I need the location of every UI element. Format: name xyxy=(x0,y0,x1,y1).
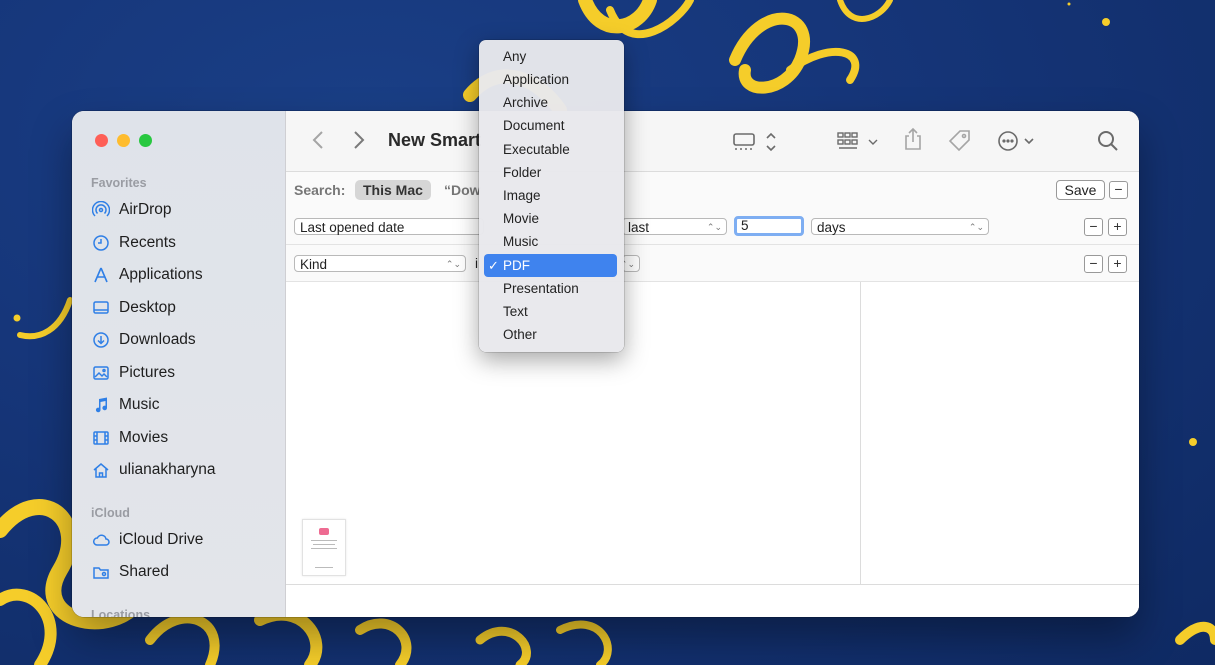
menu-item-presentation[interactable]: Presentation xyxy=(484,277,617,300)
group-icon[interactable] xyxy=(837,131,881,158)
pictures-icon xyxy=(92,364,110,382)
sidebar: Favorites AirDrop Recents Applications D… xyxy=(72,111,286,617)
sidebar-item-pictures[interactable]: Pictures xyxy=(92,361,175,385)
sidebar-item-label: Downloads xyxy=(119,331,196,348)
remove-search-button[interactable]: − xyxy=(1109,181,1128,199)
clock-icon xyxy=(92,234,110,252)
menu-item-archive[interactable]: Archive xyxy=(484,91,617,114)
day-count-input[interactable]: 5 xyxy=(734,216,804,236)
sidebar-item-label: Music xyxy=(119,396,160,413)
scope-this-mac-button[interactable]: This Mac xyxy=(355,180,431,200)
day-count-value: 5 xyxy=(741,218,749,233)
forward-icon[interactable] xyxy=(352,130,366,155)
locations-heading: Locations xyxy=(91,608,151,617)
rule-row-date: Last opened date last ⌃⌄ 5 days ⌃⌄ − + xyxy=(286,208,1139,245)
sidebar-item-label: Pictures xyxy=(119,364,175,381)
menu-item-image[interactable]: Image xyxy=(484,184,617,207)
shared-folder-icon xyxy=(92,563,110,581)
applications-icon xyxy=(92,266,110,284)
cloud-icon xyxy=(92,531,110,549)
add-rule-button[interactable]: + xyxy=(1108,218,1127,236)
sidebar-item-label: Shared xyxy=(119,563,169,580)
film-icon xyxy=(92,429,110,447)
chevron-updown-icon: ⌃⌄ xyxy=(706,222,722,232)
sidebar-item-desktop[interactable]: Desktop xyxy=(92,296,176,320)
window-title: New Smart xyxy=(388,130,482,150)
operator-fragment: i xyxy=(475,256,478,271)
attribute-value: Last opened date xyxy=(300,220,405,235)
share-icon[interactable] xyxy=(903,127,923,156)
attribute-popup[interactable]: Kind ⌃⌄ xyxy=(294,255,466,272)
menu-item-music[interactable]: Music xyxy=(484,230,617,253)
unit-popup[interactable]: days ⌃⌄ xyxy=(811,218,989,235)
tag-icon[interactable] xyxy=(948,129,972,158)
icloud-heading: iCloud xyxy=(91,506,130,520)
operator-value: last xyxy=(628,220,650,235)
kind-popup-edge[interactable]: ⌃⌄ xyxy=(620,255,640,272)
pdf-file-thumbnail[interactable] xyxy=(302,519,346,576)
menu-item-text[interactable]: Text xyxy=(484,300,617,323)
menu-item-folder[interactable]: Folder xyxy=(484,161,617,184)
menu-item-other[interactable]: Other xyxy=(484,323,617,346)
sidebar-item-label: Recents xyxy=(119,234,176,251)
menu-item-application[interactable]: Application xyxy=(484,68,617,91)
desktop-icon xyxy=(92,299,110,317)
remove-rule-button[interactable]: − xyxy=(1084,218,1103,236)
sidebar-item-airdrop[interactable]: AirDrop xyxy=(92,198,172,222)
menu-item-document[interactable]: Document xyxy=(484,114,617,137)
attribute-popup[interactable]: Last opened date xyxy=(294,218,484,235)
sidebar-item-label: Applications xyxy=(119,266,203,283)
view-icon[interactable] xyxy=(733,131,779,158)
toolbar: New Smart xyxy=(286,111,1139,172)
main-pane: New Smart Search: This Mac “Dow Save − L… xyxy=(286,111,1139,617)
remove-rule-button[interactable]: − xyxy=(1084,255,1103,273)
menu-item-label: PDF xyxy=(503,258,530,273)
unit-value: days xyxy=(817,220,846,235)
rule-row-kind: Kind ⌃⌄ i ⌃⌄ − + xyxy=(286,245,1139,282)
add-rule-button[interactable]: + xyxy=(1108,255,1127,273)
scope-folder-button[interactable]: “Dow xyxy=(444,182,481,198)
checkmark-icon: ✓ xyxy=(488,258,499,273)
menu-item-pdf[interactable]: ✓ PDF xyxy=(484,254,617,277)
sidebar-item-applications[interactable]: Applications xyxy=(92,263,203,287)
operator-popup[interactable]: last ⌃⌄ xyxy=(622,218,727,235)
sidebar-item-label: iCloud Drive xyxy=(119,531,204,548)
results-area xyxy=(286,282,1139,584)
downloads-icon xyxy=(92,331,110,349)
sidebar-item-label: Desktop xyxy=(119,299,176,316)
chevron-updown-icon: ⌃⌄ xyxy=(445,259,461,269)
airdrop-icon xyxy=(92,201,110,219)
kind-dropdown-menu: Any Application Archive Document Executa… xyxy=(479,40,624,352)
close-button[interactable] xyxy=(95,134,108,147)
menu-item-any[interactable]: Any xyxy=(484,45,617,68)
music-note-icon xyxy=(92,396,110,414)
favorites-heading: Favorites xyxy=(91,176,147,190)
traffic-lights xyxy=(95,134,152,147)
back-icon[interactable] xyxy=(311,130,325,155)
minimize-button[interactable] xyxy=(117,134,130,147)
sidebar-item-shared[interactable]: Shared xyxy=(92,560,169,584)
sidebar-item-label: AirDrop xyxy=(119,201,172,218)
sidebar-item-home[interactable]: ulianakharyna xyxy=(92,458,216,482)
menu-item-movie[interactable]: Movie xyxy=(484,207,617,230)
sidebar-item-music[interactable]: Music xyxy=(92,393,159,417)
sidebar-item-movies[interactable]: Movies xyxy=(92,426,168,450)
search-label: Search: xyxy=(294,182,346,198)
chevron-updown-icon: ⌃⌄ xyxy=(968,222,984,232)
more-icon[interactable] xyxy=(997,130,1037,157)
sidebar-item-label: ulianakharyna xyxy=(119,461,216,478)
sidebar-item-recents[interactable]: Recents xyxy=(92,231,176,255)
path-bar xyxy=(286,584,1139,617)
zoom-button[interactable] xyxy=(139,134,152,147)
home-icon xyxy=(92,461,110,479)
save-button[interactable]: Save xyxy=(1056,180,1105,200)
column-divider xyxy=(860,282,861,584)
sidebar-item-label: Movies xyxy=(119,429,169,446)
attribute-value: Kind xyxy=(300,257,328,272)
search-icon[interactable] xyxy=(1097,130,1119,157)
sidebar-item-downloads[interactable]: Downloads xyxy=(92,328,196,352)
search-scope-bar: Search: This Mac “Dow Save − xyxy=(286,172,1139,209)
sidebar-item-icloud-drive[interactable]: iCloud Drive xyxy=(92,528,203,552)
menu-item-executable[interactable]: Executable xyxy=(484,138,617,161)
